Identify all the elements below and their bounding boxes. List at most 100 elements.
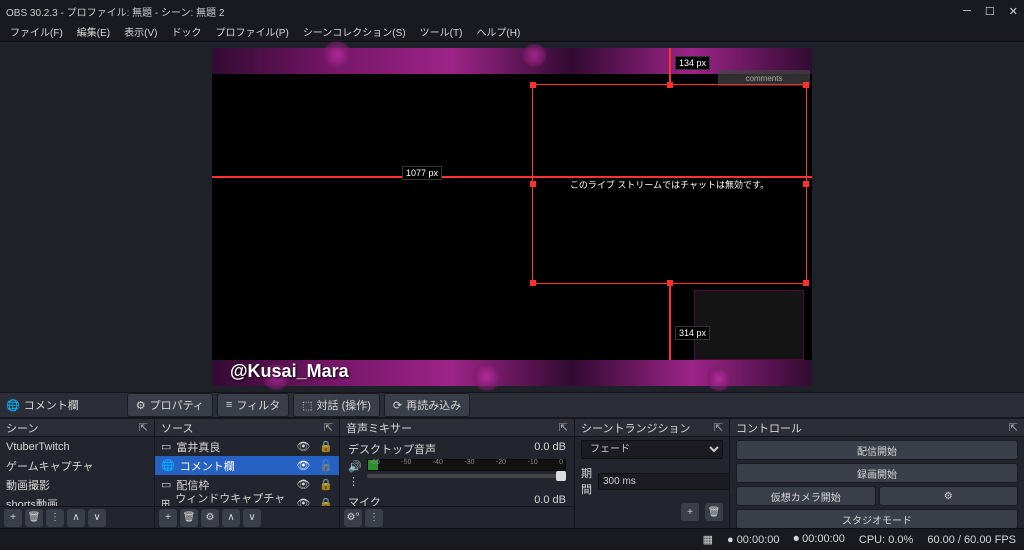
sources-list[interactable]: ▭富井真良👁🔒 🌐コメント欄👁🔓 ▭配信枠👁🔒 ⊞ウィンドウキャプチャ 5👁🔒 (155, 437, 339, 506)
status-cpu: CPU: 0.0% (859, 534, 913, 546)
refresh-button[interactable]: ⟳再読み込み (384, 393, 470, 417)
scenes-header: シーン⇱ (0, 419, 154, 437)
channel-name: デスクトップ音声 (348, 441, 436, 457)
dimension-label-width: 1077 px (402, 166, 442, 180)
preview-area[interactable]: comments @Kusai_Mara 1077 px このライブ ストリーム… (0, 42, 1024, 392)
resize-handle-se[interactable] (803, 280, 809, 286)
menu-dock[interactable]: ドック (165, 22, 207, 41)
selection-box[interactable]: このライブ ストリームではチャットは無効です。 (532, 84, 807, 284)
popout-icon[interactable]: ⇱ (559, 421, 568, 434)
maximize-button[interactable]: ☐ (985, 5, 995, 18)
mixer-menu-button[interactable]: ⋮ (365, 509, 383, 527)
visibility-toggle[interactable]: 👁 (296, 440, 310, 453)
source-item[interactable]: 🌐コメント欄👁🔓 (155, 456, 339, 475)
resize-handle-sw[interactable] (530, 280, 536, 286)
overlay-hex-decoration (706, 366, 732, 392)
add-scene-button[interactable]: + (4, 509, 22, 527)
filters-button[interactable]: ≡フィルタ (217, 393, 289, 417)
virtual-camera-button[interactable]: 仮想カメラ開始 (736, 486, 876, 506)
mute-button[interactable]: 🔊 (348, 460, 362, 473)
channel-db: 0.0 dB (534, 441, 566, 457)
overlay-handle-text: @Kusai_Mara (230, 361, 349, 382)
scenes-dock: シーン⇱ VtuberTwitch ゲームキャプチャ 動画撮影 shorts動画… (0, 419, 155, 528)
menu-edit[interactable]: 編集(E) (71, 22, 116, 41)
visibility-toggle[interactable]: 👁 (296, 459, 310, 472)
menu-bar: ファイル(F) 編集(E) 表示(V) ドック プロファイル(P) シーンコレク… (0, 22, 1024, 42)
scene-down-button[interactable]: ∨ (88, 509, 106, 527)
menu-scenecollection[interactable]: シーンコレクション(S) (297, 22, 412, 41)
controls-dock: コントロール⇱ 配信開始 録画開始 仮想カメラ開始 ⚙ スタジオモード 設定 終… (730, 419, 1024, 528)
scene-up-button[interactable]: ∧ (67, 509, 85, 527)
dimension-label-bottom: 314 px (675, 326, 710, 340)
start-recording-button[interactable]: 録画開始 (736, 463, 1018, 483)
start-streaming-button[interactable]: 配信開始 (736, 440, 1018, 460)
popout-icon[interactable]: ⇱ (1009, 421, 1018, 434)
mixer-body: デスクトップ音声 0.0 dB 🔊 ⋮ -60-50-40-30-20-100 マイ… (340, 437, 574, 506)
resize-handle-nw[interactable] (530, 82, 536, 88)
resize-handle-w[interactable] (530, 181, 536, 187)
source-up-button[interactable]: ∧ (222, 509, 240, 527)
channel-menu-button[interactable]: ⋮ (348, 475, 362, 488)
source-properties-button[interactable]: ⚙ (201, 509, 219, 527)
preview-canvas[interactable]: comments @Kusai_Mara 1077 px このライブ ストリーム… (212, 48, 812, 386)
popout-icon[interactable]: ⇱ (714, 421, 723, 434)
close-button[interactable]: ✕ (1009, 5, 1018, 18)
scene-item[interactable]: shorts動画 (0, 494, 154, 506)
mixer-channel: マイク0.0 dB 🔊⋮ -60-50-40-30-20-100 (340, 490, 574, 506)
menu-profile[interactable]: プロファイル(P) (209, 22, 294, 41)
status-bar: ▦ ● 00:00:00 ⏺ 00:00:00 CPU: 0.0% 60.00 … (0, 528, 1024, 550)
scene-item[interactable]: ゲームキャプチャ (0, 456, 154, 475)
visibility-toggle[interactable]: 👁 (296, 497, 310, 506)
resize-handle-ne[interactable] (803, 82, 809, 88)
source-down-button[interactable]: ∨ (243, 509, 261, 527)
interact-button[interactable]: ⬚対話 (操作) (293, 393, 380, 417)
remove-source-button[interactable]: 🗑 (180, 509, 198, 527)
add-source-button[interactable]: + (159, 509, 177, 527)
menu-view[interactable]: 表示(V) (118, 22, 163, 41)
lock-toggle[interactable]: 🔒 (319, 497, 333, 506)
remove-scene-button[interactable]: 🗑 (25, 509, 43, 527)
channel-db: 0.0 dB (534, 494, 566, 506)
channel-name: マイク (348, 494, 381, 506)
add-transition-button[interactable]: + (681, 503, 699, 521)
controls-body: 配信開始 録画開始 仮想カメラ開始 ⚙ スタジオモード 設定 終了 (730, 437, 1024, 528)
overlay-hex-decoration (472, 362, 502, 392)
menu-help[interactable]: ヘルプ(H) (470, 22, 526, 41)
selection-guide-vertical-bottom (669, 284, 671, 360)
transition-select[interactable]: フェード (581, 440, 723, 459)
duration-label: 期間 (581, 465, 592, 497)
slider-thumb[interactable] (556, 471, 566, 481)
duration-input[interactable] (598, 473, 729, 490)
popout-icon[interactable]: ⇱ (139, 421, 148, 434)
scene-item[interactable]: 動画撮影 (0, 475, 154, 494)
sources-dock: ソース⇱ ▭富井真良👁🔒 🌐コメント欄👁🔓 ▭配信枠👁🔒 ⊞ウィンドウキャプチャ… (155, 419, 340, 528)
visibility-toggle[interactable]: 👁 (296, 478, 310, 491)
selected-source-name: コメント欄 (24, 397, 79, 413)
audio-meter: -60-50-40-30-20-100 (367, 459, 566, 471)
mixer-channel: デスクトップ音声 0.0 dB 🔊 ⋮ -60-50-40-30-20-100 (340, 437, 574, 490)
lock-toggle[interactable]: 🔒 (319, 478, 333, 491)
minimize-button[interactable]: ─ (963, 5, 971, 18)
source-item[interactable]: ▭富井真良👁🔒 (155, 437, 339, 456)
menu-tools[interactable]: ツール(T) (414, 22, 469, 41)
virtual-camera-config-button[interactable]: ⚙ (879, 486, 1019, 506)
remove-transition-button[interactable]: 🗑 (705, 503, 723, 521)
studio-mode-button[interactable]: スタジオモード (736, 509, 1018, 528)
scene-item[interactable]: VtuberTwitch (0, 437, 154, 456)
volume-slider[interactable] (367, 474, 566, 478)
scene-filter-button[interactable]: ⋮ (46, 509, 64, 527)
dimension-label-top: 134 px (675, 56, 710, 70)
scenes-list[interactable]: VtuberTwitch ゲームキャプチャ 動画撮影 shorts動画 ウィンド… (0, 437, 154, 506)
popout-icon[interactable]: ⇱ (324, 421, 333, 434)
resize-handle-e[interactable] (803, 181, 809, 187)
menu-file[interactable]: ファイル(F) (4, 22, 69, 41)
lock-toggle[interactable]: 🔒 (319, 440, 333, 453)
sources-header: ソース⇱ (155, 419, 339, 437)
selection-guide-vertical-top (669, 48, 671, 84)
lock-toggle[interactable]: 🔓 (319, 459, 333, 472)
transitions-header: シーントランジション⇱ (575, 419, 729, 437)
interact-icon: ⬚ (302, 399, 312, 412)
source-item[interactable]: ⊞ウィンドウキャプチャ 5👁🔒 (155, 494, 339, 506)
properties-button[interactable]: ⚙プロパティ (127, 393, 213, 417)
advanced-audio-button[interactable]: ⚙° (344, 509, 362, 527)
